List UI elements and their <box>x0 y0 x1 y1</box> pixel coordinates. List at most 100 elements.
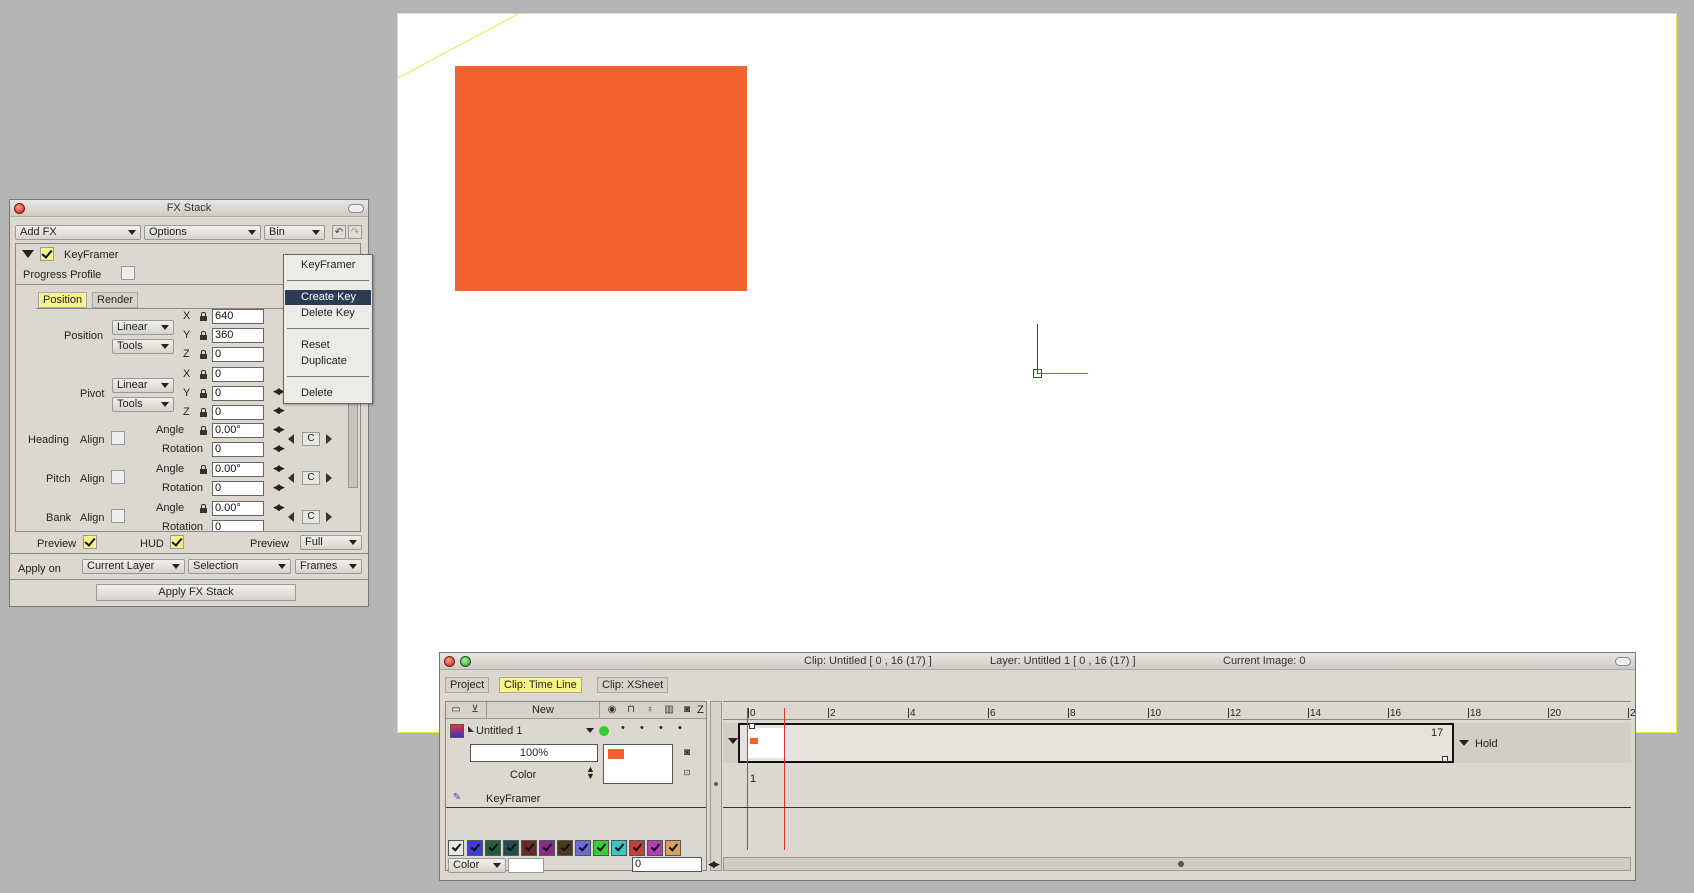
tab-project[interactable]: Project <box>445 677 490 693</box>
color-swatch[interactable] <box>611 840 627 856</box>
lock-icon[interactable]: ⊓ <box>624 703 638 717</box>
position-x-field[interactable]: 640 <box>212 309 264 324</box>
hold-triangle-icon[interactable] <box>1459 740 1469 746</box>
new-layer-button[interactable]: New <box>486 702 600 718</box>
prev-key-icon[interactable] <box>288 434 294 444</box>
playhead-start-line[interactable] <box>747 708 748 850</box>
bank-rotation-field[interactable]: 0 <box>212 520 264 531</box>
next-key-icon[interactable] <box>326 512 332 522</box>
selection-dropdown[interactable]: Selection <box>188 559 291 574</box>
clear-key-button[interactable]: C <box>302 510 320 524</box>
next-key-icon[interactable] <box>326 473 332 483</box>
track-collapse-triangle-icon[interactable] <box>728 738 738 744</box>
eye-icon[interactable]: ◉ <box>605 703 619 717</box>
pivot-y-field[interactable]: 0 <box>212 386 264 401</box>
pitch-angle-field[interactable]: 0.00° <box>212 462 264 477</box>
color-swatch[interactable] <box>521 840 537 856</box>
color-swatch[interactable] <box>467 840 483 856</box>
menu-item-keyframer[interactable]: KeyFramer <box>285 258 371 273</box>
timeline-ruler[interactable]: 0 2 4 6 8 10 12 14 16 18 20 2 <box>723 708 1636 720</box>
pane-splitter[interactable] <box>710 701 722 871</box>
lock-icon[interactable] <box>199 370 208 379</box>
clear-key-button[interactable]: C <box>302 471 320 485</box>
color-swatch[interactable] <box>629 840 645 856</box>
pencil-icon[interactable]: ✎ <box>450 791 464 805</box>
prev-key-icon[interactable] <box>288 512 294 522</box>
swatch-neutral[interactable] <box>448 840 464 856</box>
layer-name[interactable]: Untitled 1 <box>476 725 522 737</box>
lock-toggle-dot[interactable]: • <box>621 722 625 734</box>
preview-checkbox[interactable] <box>83 535 97 549</box>
drag-arrows-icon[interactable]: ◀▶ <box>273 443 285 454</box>
lock-icon[interactable] <box>199 312 208 321</box>
tab-render[interactable]: Render <box>92 292 139 308</box>
position-y-field[interactable]: 360 <box>212 328 264 343</box>
menu-item-delete[interactable]: Delete <box>285 386 371 401</box>
pivot-tools-dropdown[interactable]: Tools <box>112 397 174 412</box>
menu-item-create-key[interactable]: Create Key <box>285 290 371 305</box>
bottom-color-dropdown[interactable]: Color <box>448 858 506 873</box>
options-dropdown[interactable]: Options <box>144 225 261 240</box>
collapse-pill-icon[interactable] <box>348 204 364 213</box>
color-swatch[interactable] <box>539 840 555 856</box>
light-toggle-dot[interactable]: • <box>640 722 644 734</box>
position-interp-dropdown[interactable]: Linear <box>112 320 174 335</box>
tab-clip-xsheet[interactable]: Clip: XSheet <box>597 677 669 693</box>
drag-arrows-icon[interactable]: ◀▶ <box>273 482 285 493</box>
light-icon[interactable]: ♁ <box>643 703 657 717</box>
camera-icon[interactable]: ◙ <box>680 746 694 760</box>
keyframer-enable-checkbox[interactable] <box>40 247 54 261</box>
timeline-horizontal-scrollbar[interactable] <box>723 857 1631 871</box>
lock-icon[interactable] <box>199 408 208 417</box>
color-swatch[interactable] <box>503 840 519 856</box>
heading-align-checkbox[interactable] <box>111 431 125 445</box>
bank-angle-field[interactable]: 0.00° <box>212 501 264 516</box>
pitch-align-checkbox[interactable] <box>111 470 125 484</box>
stepper-icon[interactable]: ▲ ▼ <box>586 765 595 781</box>
current-layer-dropdown[interactable]: Current Layer <box>82 559 185 574</box>
layer-options-chevron-icon[interactable] <box>586 728 594 733</box>
tab-position[interactable]: Position <box>38 292 88 308</box>
drag-arrows-icon[interactable]: ◀▶ <box>273 424 285 435</box>
color-swatch[interactable] <box>665 840 681 856</box>
camera-icon[interactable]: ◙ <box>680 703 694 717</box>
color-swatch[interactable] <box>575 840 591 856</box>
close-icon[interactable] <box>14 203 25 214</box>
add-fx-dropdown[interactable]: Add FX <box>15 225 141 240</box>
drag-arrows-icon[interactable]: ◀▶ <box>273 386 285 397</box>
layer-expand-triangle-icon[interactable] <box>468 726 474 732</box>
bank-align-checkbox[interactable] <box>111 509 125 523</box>
timeline-track-area[interactable]: 0 2 4 6 8 10 12 14 16 18 20 2 17 Hold 1 <box>723 701 1636 851</box>
clear-key-button[interactable]: C <box>302 432 320 446</box>
clip-start-handle[interactable] <box>749 723 755 729</box>
playhead-end-line[interactable] <box>784 708 785 850</box>
collapse-pill-icon[interactable] <box>1615 657 1631 666</box>
frames-dropdown[interactable]: Frames <box>295 559 362 574</box>
heading-rotation-field[interactable]: 0 <box>212 442 264 457</box>
apply-fx-stack-button[interactable]: Apply FX Stack <box>96 584 296 601</box>
next-key-icon[interactable] <box>326 434 332 444</box>
orange-rectangle-layer[interactable] <box>455 66 747 291</box>
lock-icon[interactable] <box>199 465 208 474</box>
redo-icon[interactable]: ↷ <box>348 225 362 239</box>
bin-dropdown[interactable]: Bin <box>264 225 325 240</box>
clip-end-handle[interactable] <box>1442 756 1448 762</box>
timeline-titlebar[interactable]: Clip: Untitled [ 0 , 16 (17) ] Layer: Un… <box>440 653 1635 670</box>
pivot-interp-dropdown[interactable]: Linear <box>112 378 174 393</box>
lock-icon[interactable] <box>199 331 208 340</box>
color-mode-label[interactable]: Color <box>510 769 536 781</box>
heading-angle-field[interactable]: 0.00° <box>212 423 264 438</box>
gizmo-x-axis[interactable] <box>1038 373 1088 374</box>
position-tools-dropdown[interactable]: Tools <box>112 339 174 354</box>
frame-input-field[interactable]: 0 <box>632 857 702 872</box>
lock-icon[interactable] <box>199 504 208 513</box>
zoom-icon[interactable] <box>460 656 471 667</box>
color-swatch[interactable] <box>647 840 663 856</box>
color-swatch[interactable] <box>485 840 501 856</box>
undo-icon[interactable]: ↶ <box>332 225 346 239</box>
camera-toggle-dot[interactable]: • <box>678 722 682 734</box>
preview-mode-dropdown[interactable]: Full <box>300 535 362 550</box>
drag-arrows-icon[interactable]: ◀▶ <box>273 502 285 513</box>
color-swatch[interactable] <box>557 840 573 856</box>
progress-profile-checkbox[interactable] <box>121 266 135 280</box>
